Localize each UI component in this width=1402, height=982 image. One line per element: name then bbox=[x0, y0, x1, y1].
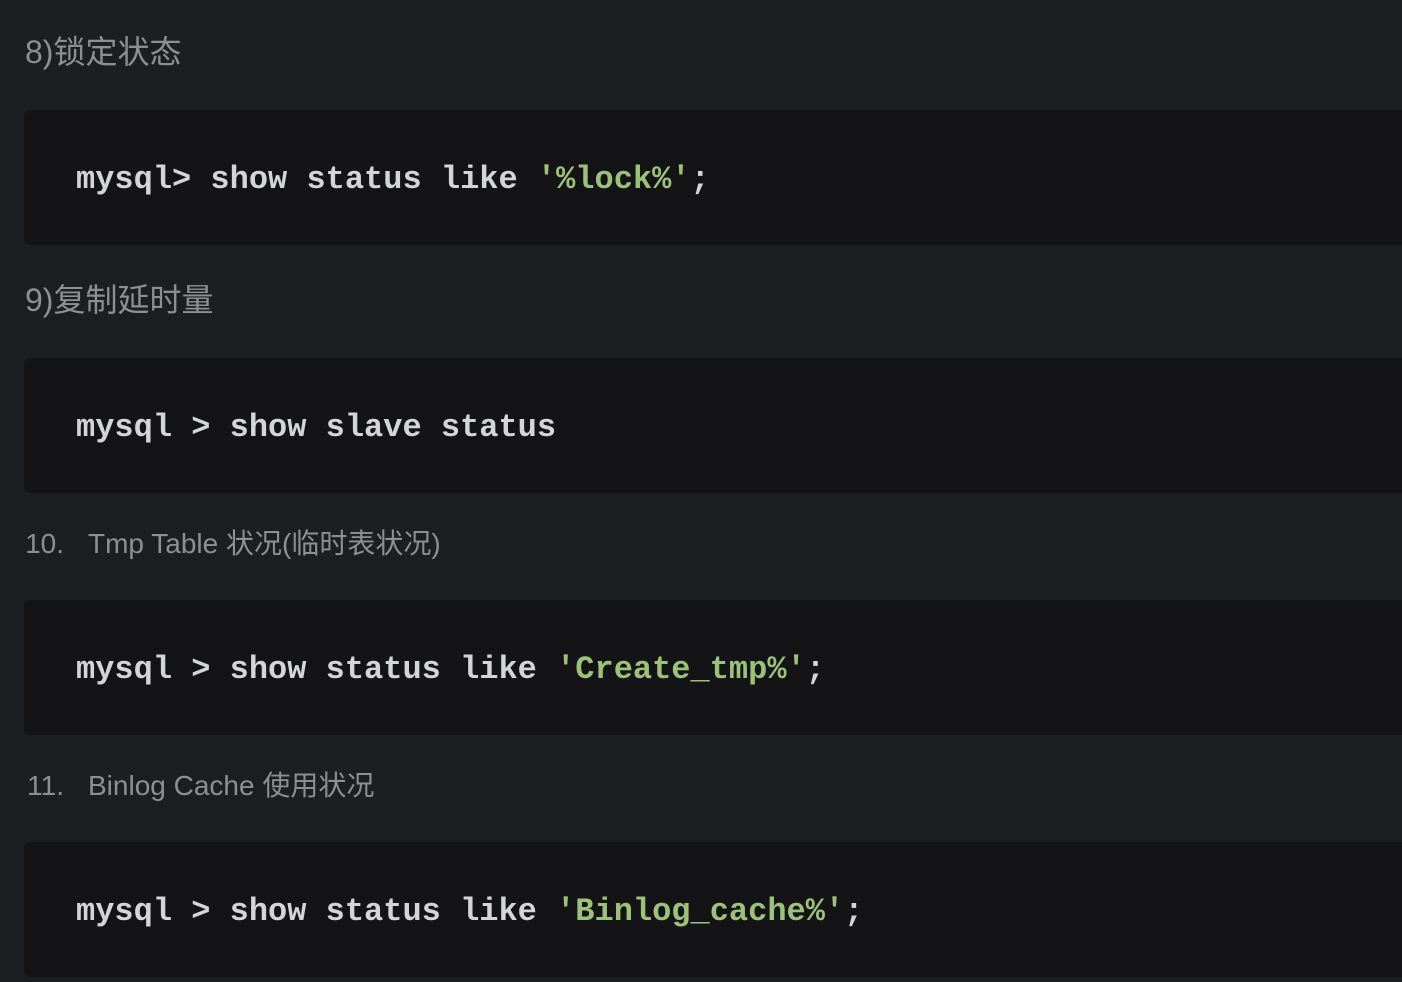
code-block-lock-status: mysql> show status like '%lock%'; bbox=[24, 110, 1402, 245]
list-item-number: 11. bbox=[27, 770, 64, 801]
section-heading-replication-delay: 9)复制延时量 bbox=[25, 282, 214, 318]
code-text: ; bbox=[844, 893, 864, 930]
code-string: '%lock%' bbox=[536, 161, 691, 198]
code-text: mysql > show status like bbox=[76, 651, 557, 688]
list-item-number: 10. bbox=[25, 528, 64, 559]
code-line: mysql > show status like 'Binlog_cache%'… bbox=[76, 892, 863, 932]
code-text: mysql > show slave status bbox=[76, 409, 557, 446]
code-text: ; bbox=[805, 651, 825, 688]
list-item-heading: Tmp Table 状况(临时表状况) bbox=[88, 528, 441, 559]
code-block-slave-status: mysql > show slave status bbox=[24, 358, 1402, 493]
code-text: mysql> show status like bbox=[76, 161, 537, 198]
code-string: 'Binlog_cache%' bbox=[556, 893, 845, 930]
code-block-tmp-table: mysql > show status like 'Create_tmp%'; bbox=[24, 600, 1402, 735]
code-line: mysql > show status like 'Create_tmp%'; bbox=[76, 650, 825, 690]
code-block-binlog-cache: mysql > show status like 'Binlog_cache%'… bbox=[24, 842, 1402, 977]
list-item-heading: Binlog Cache 使用状况 bbox=[88, 770, 375, 801]
section-heading-lock-status: 8)锁定状态 bbox=[25, 34, 182, 70]
code-line: mysql> show status like '%lock%'; bbox=[76, 160, 710, 200]
code-string: 'Create_tmp%' bbox=[556, 651, 806, 688]
code-text: ; bbox=[690, 161, 710, 198]
code-text: mysql > show status like bbox=[76, 893, 557, 930]
code-line: mysql > show slave status bbox=[76, 408, 556, 448]
